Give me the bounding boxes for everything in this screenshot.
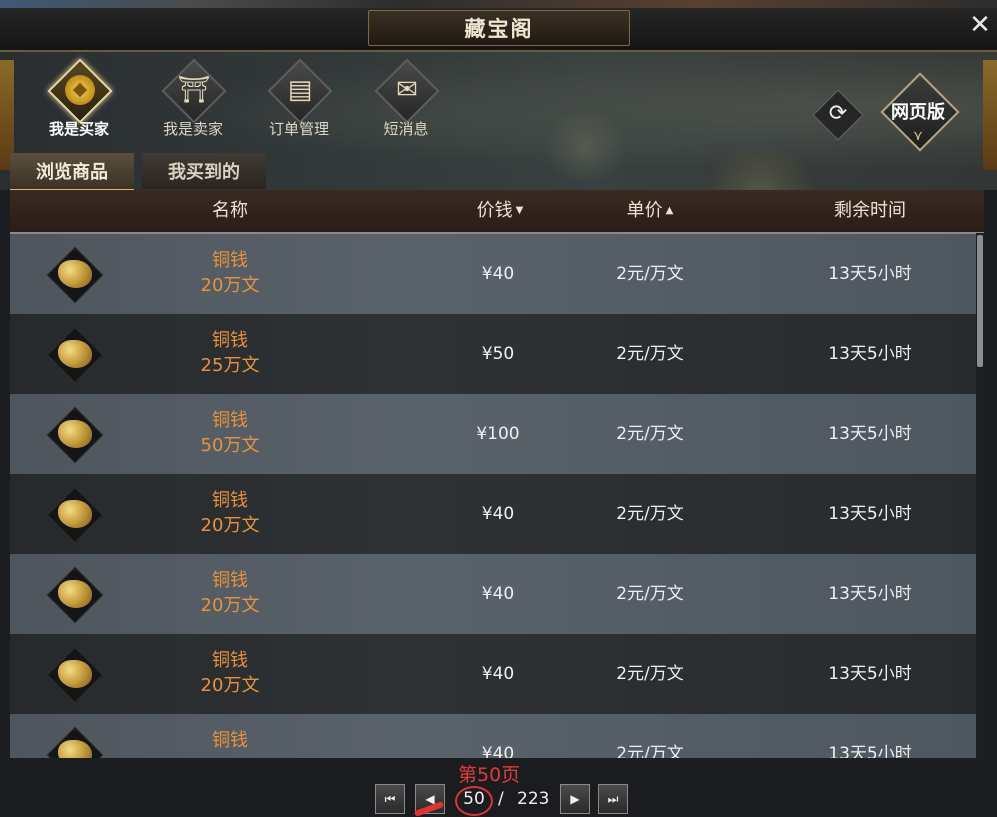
copper-coins-icon xyxy=(46,566,104,624)
copper-coins-icon xyxy=(46,486,104,544)
price-cell: ¥40 xyxy=(481,264,515,284)
unit-price-cell: 2元/万文 xyxy=(616,344,684,364)
nav-messages[interactable]: ✉ 短消息 xyxy=(356,58,456,140)
table-row[interactable]: 铜钱 20万文 ¥40 2元/万文 13天5小时 xyxy=(10,474,984,554)
nav-label: 我是卖家 xyxy=(162,120,223,138)
tab-purchased[interactable]: 我买到的 xyxy=(142,153,266,189)
coin-icon xyxy=(58,70,102,110)
price-cell: ¥50 xyxy=(481,344,515,364)
copper-coins-icon xyxy=(46,246,104,304)
table-row[interactable]: 铜钱 20万文 ¥40 2元/万文 13天5小时 xyxy=(10,554,984,634)
nav-orders[interactable]: ▤ 订单管理 xyxy=(249,58,349,140)
item-name: 铜钱 20万文 xyxy=(200,650,260,696)
web-version-label: 网页版 xyxy=(891,102,945,123)
top-decoration xyxy=(0,0,997,8)
price-cell: ¥100 xyxy=(476,424,520,444)
header-time-left: 剩余时间 xyxy=(834,200,906,221)
price-cell: ¥40 xyxy=(481,664,515,684)
refresh-icon[interactable]: ⟳ xyxy=(822,98,854,130)
table-row[interactable]: 铜钱 25万文 ¥50 2元/万文 13天5小时 xyxy=(10,314,984,394)
item-name: 铜钱 20万文 xyxy=(200,570,260,616)
time-left-cell: 13天5小时 xyxy=(828,504,912,524)
copper-coins-icon xyxy=(46,406,104,464)
copper-coins-icon xyxy=(46,646,104,704)
item-name: 铜钱 25万文 xyxy=(200,330,260,376)
item-name: 铜钱 20万文 xyxy=(200,250,260,296)
copper-coins-icon xyxy=(46,326,104,384)
next-page-button[interactable]: ▶ xyxy=(560,784,590,814)
item-name: 铜钱 50万文 xyxy=(200,410,260,456)
web-version-button[interactable]: 网页版 ⋎ xyxy=(880,72,960,152)
time-left-cell: 13天5小时 xyxy=(828,264,912,284)
table-row[interactable]: 铜钱 20万文 ¥40 2元/万文 13天5小时 xyxy=(10,634,984,714)
price-cell: ¥40 xyxy=(481,504,515,524)
total-pages: 223 xyxy=(517,789,550,809)
header-name: 名称 xyxy=(212,200,248,221)
scrollbar[interactable] xyxy=(976,233,984,758)
scroll-thumb[interactable] xyxy=(977,235,983,367)
sort-down-icon: ▼ xyxy=(515,205,524,216)
lantern-decoration xyxy=(983,60,997,170)
close-icon[interactable]: ✕ xyxy=(967,10,993,40)
header-unit-price-label: 单价 xyxy=(626,200,663,221)
current-page-input[interactable]: 50 xyxy=(455,786,493,812)
nav-label: 短消息 xyxy=(383,120,429,138)
listing-table: 名称 价钱 ▼ 单价 ▲ 剩余时间 铜钱 20万文 ¥40 2元/万文 13天5小时 … xyxy=(10,190,984,758)
header-price-label: 价钱 xyxy=(476,200,513,221)
unit-price-cell: 2元/万文 xyxy=(616,584,684,604)
leaf-decoration xyxy=(540,112,630,182)
time-left-cell: 13天5小时 xyxy=(828,584,912,604)
unit-price-cell: 2元/万文 xyxy=(616,664,684,684)
first-page-button[interactable]: ⏮ xyxy=(375,784,405,814)
nav-label: 订单管理 xyxy=(268,120,329,138)
page-separator: / xyxy=(498,789,504,809)
unit-price-cell: 2元/万文 xyxy=(616,504,684,524)
header-unit-price[interactable]: 单价 ▲ xyxy=(590,190,710,232)
nav-seller[interactable]: ⛩ 我是卖家 xyxy=(143,58,243,140)
time-left-cell: 13天5小时 xyxy=(828,344,912,364)
copper-coins-icon xyxy=(46,726,104,758)
price-cell: ¥40 xyxy=(481,584,515,604)
time-left-cell: 13天5小时 xyxy=(828,664,912,684)
title-bar: 藏宝阁 ✕ xyxy=(0,0,997,52)
header-price[interactable]: 价钱 ▼ xyxy=(440,190,560,232)
item-name: 铜钱 20万文 xyxy=(200,490,260,536)
page-annotation: 第50页 xyxy=(458,764,521,786)
unit-price-cell: 2元/万文 xyxy=(616,744,684,758)
table-row[interactable]: 铜钱 ¥40 2元/万文 13天5小时 xyxy=(10,714,984,758)
time-left-cell: 13天5小时 xyxy=(828,424,912,444)
nav-label: 我是买家 xyxy=(48,120,109,138)
nav-buyer[interactable]: 我是买家 xyxy=(29,58,129,140)
table-body: 铜钱 20万文 ¥40 2元/万文 13天5小时 铜钱 25万文 ¥50 2元/万文… xyxy=(10,234,984,758)
unit-price-cell: 2元/万文 xyxy=(616,264,684,284)
price-cell: ¥40 xyxy=(481,744,515,758)
tab-browse[interactable]: 浏览商品 xyxy=(10,153,134,192)
table-row[interactable]: 铜钱 50万文 ¥100 2元/万文 13天5小时 xyxy=(10,394,984,474)
last-page-button[interactable]: ⏭ xyxy=(598,784,628,814)
chevron-down-icon: ⋎ xyxy=(912,128,924,144)
item-name: 铜钱 xyxy=(212,730,248,751)
window-title: 藏宝阁 xyxy=(368,10,630,46)
book-icon: ▤ xyxy=(287,75,313,105)
table-row[interactable]: 铜钱 20万文 ¥40 2元/万文 13天5小时 xyxy=(10,234,984,314)
time-left-cell: 13天5小时 xyxy=(828,744,912,758)
stall-icon: ⛩ xyxy=(177,75,211,105)
envelope-icon: ✉ xyxy=(396,75,418,105)
table-header: 名称 价钱 ▼ 单价 ▲ 剩余时间 xyxy=(10,190,984,234)
unit-price-cell: 2元/万文 xyxy=(616,424,684,444)
sort-up-icon: ▲ xyxy=(665,205,674,216)
